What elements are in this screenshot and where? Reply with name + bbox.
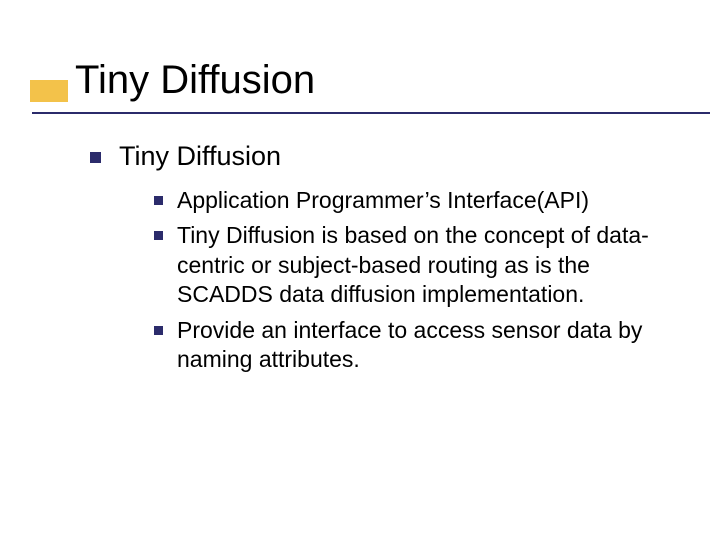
square-bullet-icon: [154, 196, 163, 205]
list-item: Provide an interface to access sensor da…: [154, 316, 680, 375]
sub-list: Application Programmer’s Interface(API) …: [154, 186, 680, 375]
list-item-label: Tiny Diffusion: [119, 140, 281, 174]
square-bullet-icon: [90, 152, 101, 163]
list-item: Application Programmer’s Interface(API): [154, 186, 680, 215]
list-item: Tiny Diffusion is based on the concept o…: [154, 221, 680, 309]
title-block: Tiny Diffusion: [30, 58, 690, 103]
title-rule: [32, 112, 710, 114]
list-item: Tiny Diffusion: [90, 140, 680, 174]
list-item-label: Provide an interface to access sensor da…: [177, 316, 677, 375]
square-bullet-icon: [154, 326, 163, 335]
square-bullet-icon: [154, 231, 163, 240]
list-item-label: Tiny Diffusion is based on the concept o…: [177, 221, 677, 309]
slide: Tiny Diffusion Tiny Diffusion Applicatio…: [0, 0, 720, 540]
slide-title: Tiny Diffusion: [30, 58, 690, 103]
list-item-label: Application Programmer’s Interface(API): [177, 186, 589, 215]
slide-body: Tiny Diffusion Application Programmer’s …: [90, 140, 680, 380]
